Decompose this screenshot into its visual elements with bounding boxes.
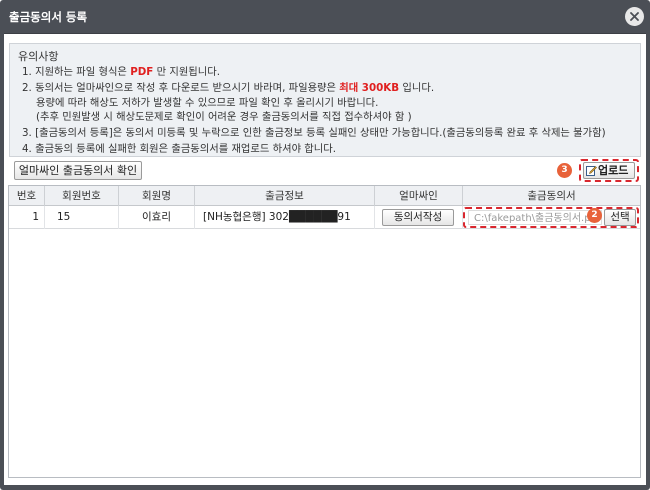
upload-button[interactable]: 업로드 bbox=[583, 162, 635, 179]
file-upload-highlight: C:\fakepath\출금동의서.pdf 선택 bbox=[463, 207, 639, 228]
cell-member-no: 15 bbox=[45, 206, 119, 229]
step-3-badge: 3 bbox=[557, 163, 572, 178]
notice-line-2: 2. 동의서는 얼마싸인으로 작성 후 다운로드 받으시기 바라며, 파일용량은… bbox=[22, 82, 435, 94]
notice-heading: 유의사항 bbox=[18, 50, 59, 63]
header-no: 번호 bbox=[9, 186, 45, 206]
header-member-no: 회원번호 bbox=[45, 186, 119, 206]
close-button[interactable] bbox=[625, 7, 644, 26]
dialog-body: 유의사항 1. 지원하는 파일 형식은 PDF 만 지원됩니다. 2. 동의서는… bbox=[4, 33, 646, 485]
edit-icon bbox=[586, 166, 597, 176]
upload-highlight: 업로드 bbox=[579, 159, 639, 182]
upload-label: 업로드 bbox=[598, 164, 629, 177]
title-bar: 출금동의서 등록 bbox=[0, 0, 650, 33]
header-member-name: 회원명 bbox=[119, 186, 195, 206]
table-row: 1 15 이효리 [NH농협은행] 302██████91 동의서작성 C:\f… bbox=[9, 206, 640, 229]
cell-no: 1 bbox=[9, 206, 45, 229]
select-file-button[interactable]: 선택 bbox=[604, 209, 636, 226]
notice-line-3: 3. [출금동의서 등록]은 동의서 미등록 및 누락으로 인한 출금정보 등록… bbox=[22, 127, 606, 139]
pdf-highlight: PDF bbox=[130, 66, 154, 78]
step-2-badge: 2 bbox=[587, 208, 602, 223]
write-consent-button[interactable]: 동의서작성 bbox=[382, 209, 454, 226]
close-icon bbox=[630, 12, 639, 21]
notice-line-2b: 용량에 따라 해상도 저하가 발생할 수 있으므로 파일 확인 후 올리시기 바… bbox=[36, 97, 379, 109]
dialog-window: 출금동의서 등록 유의사항 1. 지원하는 파일 형식은 PDF 만 지원됩니다… bbox=[0, 0, 650, 490]
notice-line-4: 4. 출금동의 등록에 실패한 회원은 출금동의서를 재업로드 하셔야 합니다. bbox=[22, 143, 337, 155]
cell-account: [NH농협은행] 302██████91 bbox=[195, 206, 375, 229]
header-sign: 얼마싸인 bbox=[375, 186, 463, 206]
consent-table: 번호 회원번호 회원명 출금정보 얼마싸인 출금동의서 1 15 이효리 [NH… bbox=[8, 185, 641, 478]
notice-box: 유의사항 1. 지원하는 파일 형식은 PDF 만 지원됩니다. 2. 동의서는… bbox=[9, 43, 641, 157]
file-path-input[interactable]: C:\fakepath\출금동의서.pdf bbox=[468, 210, 602, 225]
notice-line-1: 1. 지원하는 파일 형식은 PDF 만 지원됩니다. bbox=[22, 66, 220, 78]
table-header: 번호 회원번호 회원명 출금정보 얼마싸인 출금동의서 bbox=[9, 186, 640, 206]
size-highlight: 최대 300KB bbox=[339, 82, 400, 94]
confirm-consent-button[interactable]: 얼마싸인 출금동의서 확인 bbox=[14, 161, 142, 180]
header-account: 출금정보 bbox=[195, 186, 375, 206]
header-consent-file: 출금동의서 bbox=[527, 190, 576, 202]
cell-member-name: 이효리 bbox=[119, 206, 195, 229]
notice-line-2c: (추후 민원발생 시 해상도문제로 확인이 어려운 경우 출금동의서를 직접 접… bbox=[36, 111, 412, 123]
dialog-title: 출금동의서 등록 bbox=[9, 10, 88, 24]
